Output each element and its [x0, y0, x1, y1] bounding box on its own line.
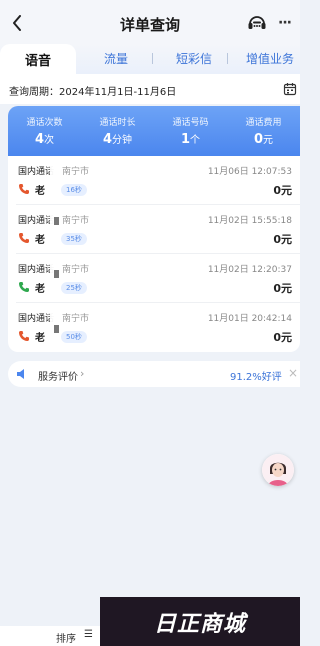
summary-unit: 元: [263, 135, 274, 146]
summary-number: 1: [180, 132, 191, 147]
close-icon[interactable]: ×: [288, 366, 298, 380]
call-type: 国内通话: [18, 265, 55, 275]
summary-number: 4: [102, 132, 113, 147]
summary-label: 通话费用: [245, 118, 282, 128]
service-rating-label: 服务评价: [38, 372, 78, 383]
summary-call-numbers: 通话号码 1个: [154, 106, 227, 156]
caller-name: 老: [35, 333, 45, 344]
call-fee: 0元: [273, 233, 292, 246]
summary-number: 4: [34, 132, 45, 147]
summary-label: 通话号码: [172, 118, 209, 128]
call-record-row[interactable]: 国内通话 老 南宁市 35秒 11月02日 15:55:18 0元: [8, 205, 300, 254]
category-tabs: 语音 流量 短彩信 增值业务: [0, 44, 300, 74]
summary-unit: 个: [190, 135, 201, 146]
call-datetime: 11月01日 20:42:14: [207, 314, 292, 324]
calendar-icon[interactable]: [283, 82, 297, 96]
caller-name: 老: [35, 235, 45, 246]
top-header: 详单查询 ···: [0, 0, 300, 46]
summary-value: 4分钟: [81, 131, 154, 147]
customer-service-icon: [248, 16, 266, 29]
summary-unit: 次: [44, 135, 55, 146]
tab-voice[interactable]: 语音: [0, 44, 76, 74]
phone-icon: [19, 233, 29, 243]
call-fee: 0元: [273, 184, 292, 197]
privacy-mask-mark: [54, 217, 59, 225]
call-record-list: 国内通话 老 南宁市 16秒 11月06日 12:07:53 0元 国内通话 老…: [8, 156, 300, 352]
call-type: 国内通话: [18, 167, 55, 177]
rating-percentage: 91.2%好评: [230, 372, 282, 383]
service-rating-bar[interactable]: 服务评价 › 91.2%好评 ×: [8, 361, 300, 387]
summary-value: 4次: [8, 131, 81, 147]
privacy-mask: [50, 264, 58, 296]
caller-name: 老: [35, 284, 45, 295]
call-datetime: 11月02日 12:20:37: [207, 265, 292, 275]
call-fee: 0元: [273, 331, 292, 344]
duration-badge: 35秒: [61, 233, 87, 245]
call-city: 南宁市: [62, 314, 90, 324]
customer-service-button[interactable]: [246, 12, 268, 34]
duration-badge: 25秒: [61, 282, 87, 294]
summary-value: 0元: [227, 131, 300, 147]
tab-separator: [152, 53, 153, 64]
privacy-mask: [50, 166, 58, 198]
call-record-row[interactable]: 国内通话 老 南宁市 16秒 11月06日 12:07:53 0元: [8, 156, 300, 205]
watermark-text: 日正商城: [153, 611, 246, 637]
summary-value: 1个: [154, 131, 227, 147]
tab-sms[interactable]: 短彩信: [176, 50, 212, 67]
call-datetime: 11月02日 15:55:18: [207, 216, 292, 226]
chevron-right-icon: ›: [80, 367, 85, 380]
privacy-mask-mark: [54, 270, 59, 278]
summary-unit: 分钟: [112, 135, 133, 146]
call-datetime: 11月06日 12:07:53: [207, 167, 292, 177]
summary-label: 通话次数: [26, 118, 63, 128]
summary-number: 0: [253, 132, 264, 147]
speaker-icon: [17, 369, 24, 379]
query-period-row: 查询周期：2024年11月1日-11月6日: [0, 74, 300, 104]
call-fee: 0元: [273, 282, 292, 295]
sort-icon: ☰: [84, 629, 93, 640]
tab-separator: [227, 53, 228, 64]
summary-label: 通话时长: [99, 118, 136, 128]
sort-button[interactable]: 排序: [56, 630, 76, 645]
watermark-overlay: 日正商城: [100, 597, 300, 646]
call-city: 南宁市: [62, 216, 90, 226]
call-city: 南宁市: [62, 265, 90, 275]
query-period-text: 查询周期：2024年11月1日-11月6日: [9, 87, 177, 98]
summary-call-fee: 通话费用 0元: [227, 106, 300, 156]
summary-call-count: 通话次数 4次: [8, 106, 81, 156]
call-record-row[interactable]: 国内通话 老 南宁市 50秒 11月01日 20:42:14 0元: [8, 303, 300, 352]
duration-badge: 50秒: [61, 331, 87, 343]
tab-value-added[interactable]: 增值业务: [246, 50, 294, 67]
tab-data[interactable]: 流量: [104, 50, 128, 67]
summary-call-duration: 通话时长 4分钟: [81, 106, 154, 156]
duration-badge: 16秒: [61, 184, 87, 196]
caller-name: 老: [35, 186, 45, 197]
call-type: 国内通话: [18, 314, 55, 324]
privacy-mask-mark: [54, 325, 59, 333]
assistant-avatar-icon: [262, 454, 294, 486]
call-record-row[interactable]: 国内通话 老 南宁市 25秒 11月02日 12:20:37 0元: [8, 254, 300, 303]
phone-icon: [19, 331, 29, 341]
more-menu-button[interactable]: ···: [278, 12, 296, 34]
call-summary: 通话次数 4次 通话时长 4分钟 通话号码 1个 通话费用 0元: [8, 106, 300, 156]
assistant-avatar[interactable]: [262, 454, 294, 486]
phone-icon: [19, 282, 29, 292]
phone-icon: [19, 184, 29, 194]
call-type: 国内通话: [18, 216, 55, 226]
call-city: 南宁市: [62, 167, 90, 177]
